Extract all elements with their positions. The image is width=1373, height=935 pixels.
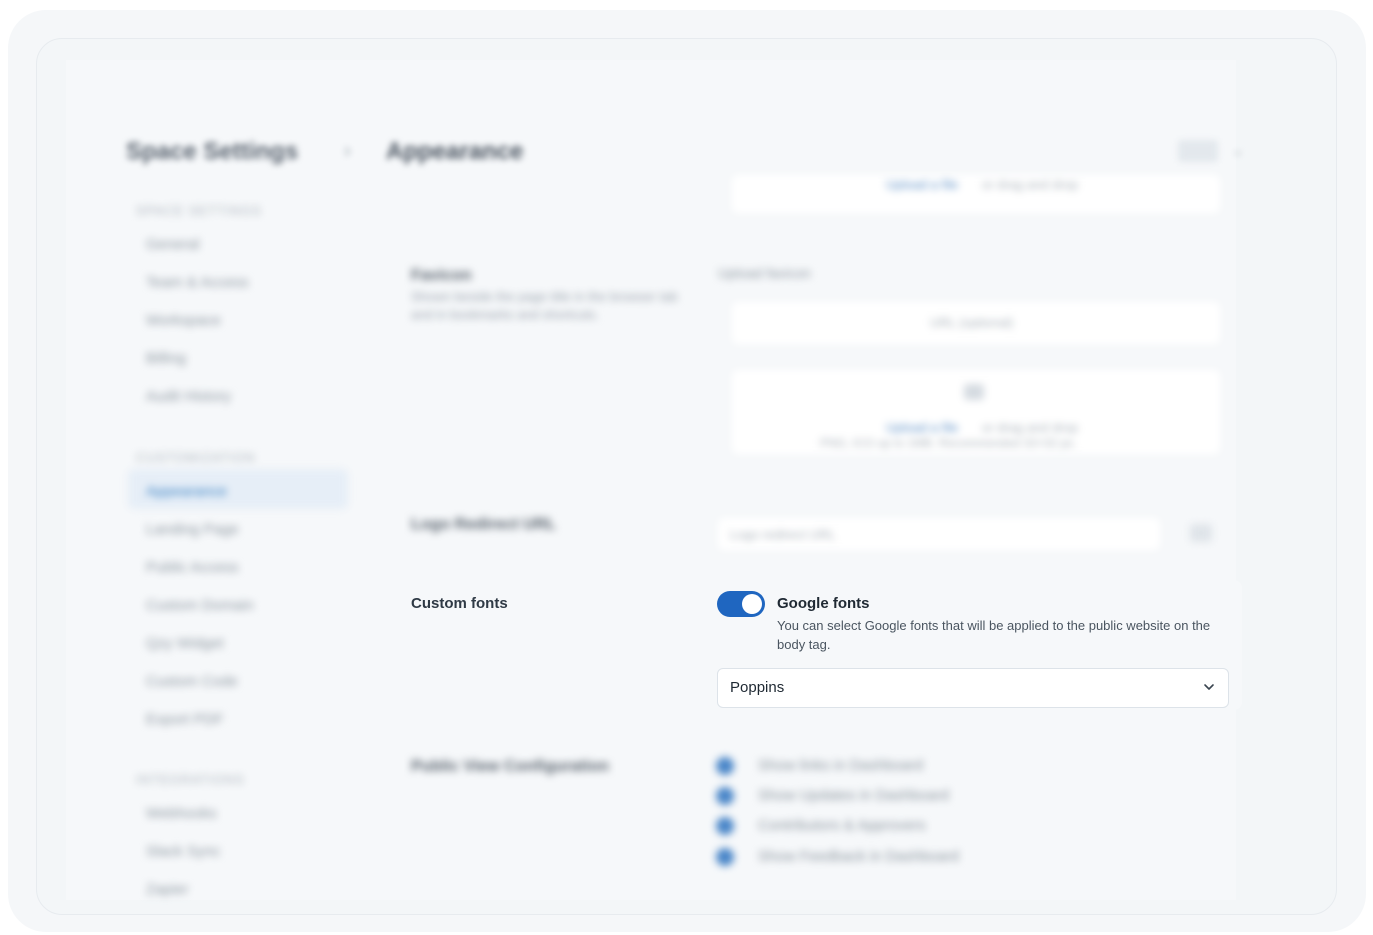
sidebar-item[interactable]: Zapier	[146, 881, 189, 898]
upload-suffix: or drag and drop	[982, 177, 1079, 192]
settings-app: Space Settings › Appearance ⌄ SPACE SETT…	[66, 60, 1244, 900]
upload-hint: PNG, ICO up to 1MB. Recommended 32×32 px…	[820, 436, 1077, 450]
font-select[interactable]: Poppins	[717, 668, 1229, 708]
custom-fonts-label: Custom fonts	[411, 595, 508, 612]
sidebar-item[interactable]: Custom Code	[146, 673, 238, 690]
sidebar-item[interactable]: Webhooks	[146, 805, 217, 822]
sidebar-item[interactable]: Audit History	[146, 388, 231, 405]
option-label: Show Updates in Dashboard	[758, 787, 949, 804]
sidebar-item[interactable]: General	[146, 236, 199, 253]
upload-link[interactable]: Upload a file	[886, 420, 958, 435]
sidebar-section-title: INTEGRATIONS	[136, 772, 245, 787]
space-settings-title: Space Settings	[126, 138, 299, 165]
google-fonts-toggle[interactable]	[717, 591, 765, 617]
option-label: Show links in Dashboard	[758, 757, 924, 774]
upload-link[interactable]: Upload a file	[886, 177, 958, 192]
sidebar-item[interactable]: Workspace	[146, 312, 221, 329]
font-select-value: Poppins	[730, 679, 785, 696]
upload-favicon-label: Upload favicon	[718, 265, 811, 281]
favicon-url-input[interactable]: URL (optional)	[732, 302, 1220, 344]
option-label: Show Feedback in Dashboard	[758, 848, 959, 865]
favicon-dropzone[interactable]: Upload a file or drag and drop PNG, ICO …	[732, 370, 1220, 454]
sidebar-item[interactable]: Qzy Widget	[146, 635, 224, 652]
google-fonts-description: You can select Google fonts that will be…	[777, 618, 1211, 652]
sidebar-item[interactable]: Public Access	[146, 559, 239, 576]
sidebar-item[interactable]: Billing	[146, 350, 186, 367]
sidebar-item[interactable]: Export PDF	[146, 711, 224, 728]
favicon-description: Shown beside the page title in the brows…	[411, 289, 678, 322]
user-menu[interactable]	[1178, 140, 1218, 162]
sidebar-item[interactable]: Custom Domain	[146, 597, 254, 614]
toggle-knob	[742, 594, 762, 614]
sidebar-section-title: CUSTOMIZATION	[136, 450, 256, 465]
public-view-label: Public View Configuration	[411, 758, 609, 775]
chevron-right-icon: ›	[344, 140, 351, 162]
sidebar-item[interactable]: Slack Sync	[146, 843, 220, 860]
checkbox-icon[interactable]	[716, 787, 734, 805]
upload-suffix: or drag and drop	[982, 420, 1079, 435]
save-icon[interactable]	[1190, 524, 1212, 542]
logo-redirect-placeholder: Logo redirect URL	[730, 527, 836, 542]
page-title: Appearance	[386, 138, 524, 165]
sidebar-item[interactable]: Landing Page	[146, 521, 239, 538]
option-label: Contributors & Approvers	[758, 817, 926, 834]
url-placeholder: URL (optional)	[930, 315, 1014, 330]
logo-redirect-label: Logo Redirect URL	[411, 516, 556, 533]
chevron-down-icon	[1204, 684, 1214, 690]
logo-redirect-input[interactable]: Logo redirect URL	[718, 518, 1160, 550]
chevron-down-icon[interactable]: ⌄	[1232, 142, 1244, 159]
sidebar-item[interactable]: Team & Access	[146, 274, 249, 291]
favicon-label: Favicon	[411, 267, 472, 284]
google-fonts-title: Google fonts	[777, 595, 870, 612]
image-icon	[964, 384, 984, 400]
checkbox-icon[interactable]	[716, 848, 734, 866]
sidebar-section-title: SPACE SETTINGS	[136, 203, 262, 218]
upload-area-top[interactable]: Upload a file or drag and drop	[732, 175, 1220, 213]
checkbox-icon[interactable]	[716, 757, 734, 775]
sidebar-item-appearance[interactable]: Appearance	[146, 483, 227, 500]
checkbox-icon[interactable]	[716, 817, 734, 835]
